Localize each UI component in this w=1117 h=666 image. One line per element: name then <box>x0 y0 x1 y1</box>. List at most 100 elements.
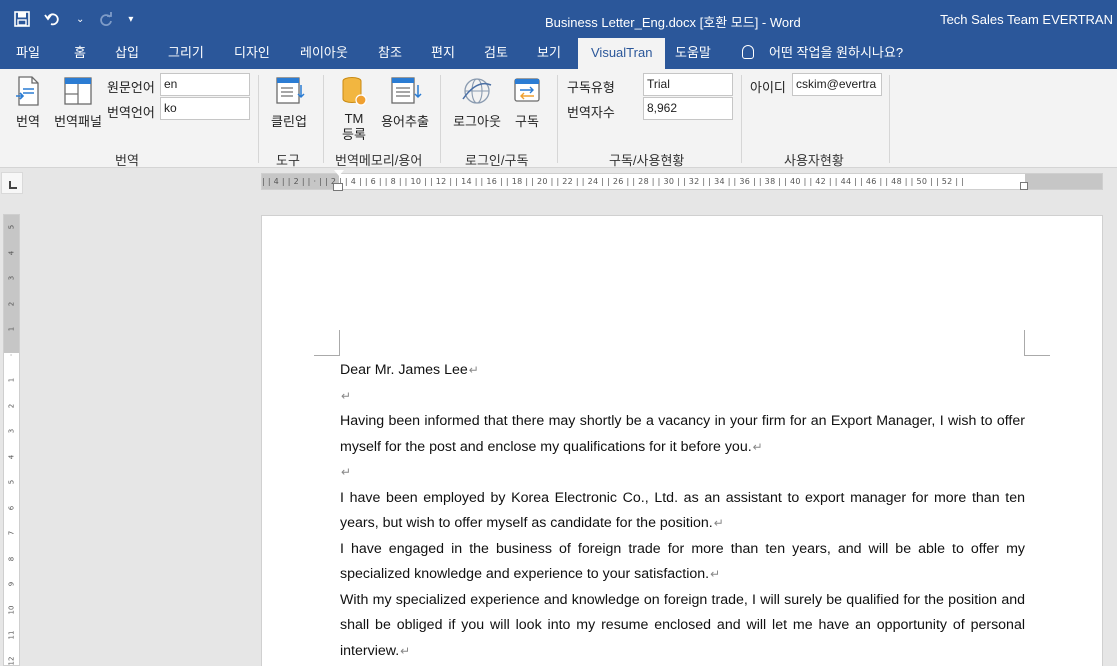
tab-layout[interactable]: 레이아웃 <box>300 38 348 69</box>
source-language-field[interactable]: en <box>160 73 250 96</box>
ruler-ticks: | | 4 | | 2 | | · | | 2 | | 4 | | 6 | | … <box>262 177 965 186</box>
redo-icon[interactable] <box>98 9 114 29</box>
vertical-ruler-number: 3 <box>7 428 16 434</box>
tab-selector-icon[interactable] <box>1 172 23 194</box>
user-id-label: 아이디 <box>750 80 786 95</box>
group-separator <box>440 75 441 163</box>
group-tm-label: 번역메모리/용어 <box>335 153 423 168</box>
document-body[interactable]: Dear Mr. James Lee↵ ↵ Having been inform… <box>340 358 1025 664</box>
tab-help[interactable]: 도움말 <box>675 38 711 69</box>
tab-references[interactable]: 참조 <box>378 38 402 69</box>
tab-view[interactable]: 보기 <box>537 38 561 69</box>
horizontal-ruler[interactable]: | | 4 | | 2 | | · | | 2 | | 4 | | 6 | | … <box>261 169 1103 191</box>
tm-register-label-line1: TM <box>344 111 364 126</box>
save-icon[interactable] <box>14 9 30 29</box>
tm-register-button[interactable]: TM 등록 <box>337 75 371 143</box>
group-translate-label: 번역 <box>115 153 139 168</box>
ribbon-tabs: 파일 홈 삽입 그리기 디자인 레이아웃 참조 편지 검토 보기 VisualT… <box>0 38 1117 69</box>
document-page[interactable]: Dear Mr. James Lee↵ ↵ Having been inform… <box>261 215 1103 666</box>
vertical-ruler-number: 6 <box>7 505 16 510</box>
subscription-type-field: Trial <box>643 73 733 96</box>
tab-file[interactable]: 파일 <box>16 38 40 69</box>
document-title: Business Letter_Eng.docx [호환 모드] - Word <box>545 15 801 30</box>
translate-button[interactable]: 번역 <box>12 75 44 130</box>
undo-icon[interactable] <box>44 9 62 29</box>
subscription-type-label: 구독유형 <box>567 80 615 95</box>
body-paragraph-3: I have engaged in the business of foreig… <box>340 540 1025 583</box>
subscribe-label: 구독 <box>515 114 539 129</box>
ruler-area: | | 4 | | 2 | | · | | 2 | | 4 | | 6 | | … <box>0 168 1117 198</box>
cleanup-label: 클린업 <box>271 114 307 129</box>
tell-me-search[interactable]: 어떤 작업을 원하시나요? <box>742 38 903 69</box>
group-subscription-label: 구독/사용현황 <box>609 153 685 168</box>
target-language-label: 번역언어 <box>107 105 155 120</box>
paragraph-mark-icon: ↵ <box>341 388 352 403</box>
first-line-indent-handle[interactable] <box>333 169 345 176</box>
title-bar: ⌄ ▾ Business Letter_Eng.docx [호환 모드] - W… <box>0 0 1117 38</box>
crop-mark-top-right <box>1024 330 1050 356</box>
globe-icon <box>462 78 492 104</box>
undo-dropdown-icon[interactable]: ⌄ <box>76 9 84 29</box>
vertical-ruler-number: 5 <box>7 479 16 485</box>
translate-panel-label: 번역패널 <box>54 114 102 129</box>
source-language-label: 원문언어 <box>107 80 155 95</box>
group-login-label: 로그인/구독 <box>465 153 529 168</box>
tab-review[interactable]: 검토 <box>484 38 508 69</box>
panel-icon <box>64 77 92 105</box>
vertical-ruler-number: · <box>7 353 16 356</box>
vertical-ruler-number: 9 <box>7 581 16 587</box>
subscribe-button[interactable]: 구독 <box>510 75 544 130</box>
cleanup-button[interactable]: 클린업 <box>268 75 310 130</box>
vertical-ruler-number: 10 <box>7 605 16 614</box>
salutation-paragraph: Dear Mr. James Lee↵ <box>340 362 479 378</box>
tab-mailings[interactable]: 편지 <box>431 38 455 69</box>
target-language-field[interactable]: ko <box>160 97 250 120</box>
cleanup-icon <box>276 77 305 104</box>
database-icon <box>342 77 367 106</box>
right-indent-handle[interactable] <box>1020 182 1028 190</box>
subscribe-icon <box>514 78 540 102</box>
logout-button[interactable]: 로그아웃 <box>450 75 504 130</box>
group-user-label: 사용자현황 <box>784 153 844 168</box>
group-separator <box>258 75 259 163</box>
paragraph-mark-icon: ↵ <box>341 465 352 479</box>
customize-qat-icon[interactable]: ▾ <box>128 9 133 29</box>
crop-mark-top-left <box>314 330 340 356</box>
paragraph-mark-icon: ↵ <box>468 363 479 377</box>
tab-home[interactable]: 홈 <box>74 38 86 69</box>
vertical-ruler-number: 4 <box>7 454 16 459</box>
vertical-ruler-number: 1 <box>7 377 16 383</box>
tm-register-label-line2: 등록 <box>342 127 366 142</box>
vertical-ruler-number: 5 <box>7 224 16 230</box>
paragraph-mark-icon: ↵ <box>400 643 411 658</box>
body-paragraph-4: With my specialized experience and knowl… <box>340 591 1025 659</box>
group-separator <box>323 75 324 163</box>
vertical-ruler-number: 12 <box>7 656 16 665</box>
tab-design[interactable]: 디자인 <box>234 38 270 69</box>
quick-access-toolbar: ⌄ ▾ <box>14 8 133 30</box>
left-indent-handle[interactable] <box>333 183 343 191</box>
ribbon-visualtran: 번역 번역패널 원문언어 en 번역언어 ko 번역 클린업 도구 TM 등록 … <box>0 69 1117 168</box>
body-paragraph-1: Having been informed that there may shor… <box>340 413 1025 455</box>
vertical-ruler-number: 11 <box>7 630 16 640</box>
tab-visualtran[interactable]: VisualTran <box>578 38 666 69</box>
paragraph-mark-icon: ↵ <box>710 567 721 581</box>
account-name[interactable]: Tech Sales Team EVERTRAN <box>940 12 1113 27</box>
translate-document-icon <box>16 76 39 106</box>
term-extract-button[interactable]: 용어추출 <box>377 75 433 130</box>
translate-panel-button[interactable]: 번역패널 <box>52 75 104 130</box>
vertical-ruler-number: 8 <box>7 556 16 561</box>
vertical-ruler-number: 1 <box>7 326 16 332</box>
tab-draw[interactable]: 그리기 <box>168 38 204 69</box>
group-separator <box>889 75 890 163</box>
empty-paragraph: ↵ <box>340 460 1025 486</box>
vertical-ruler-number: 7 <box>7 530 16 536</box>
tab-insert[interactable]: 삽입 <box>115 38 139 69</box>
term-extract-icon <box>391 77 422 104</box>
tell-me-label: 어떤 작업을 원하시나요? <box>769 45 904 60</box>
vertical-ruler[interactable]: 5 4 3 2 1 · 1 2 3 4 5 6 7 8 9 10 11 12 <box>3 214 20 666</box>
user-id-field: cskim@evertra <box>792 73 882 96</box>
empty-paragraph: ↵ <box>340 384 1025 410</box>
group-separator <box>741 75 742 163</box>
translation-count-field: 8,962 <box>643 97 733 120</box>
